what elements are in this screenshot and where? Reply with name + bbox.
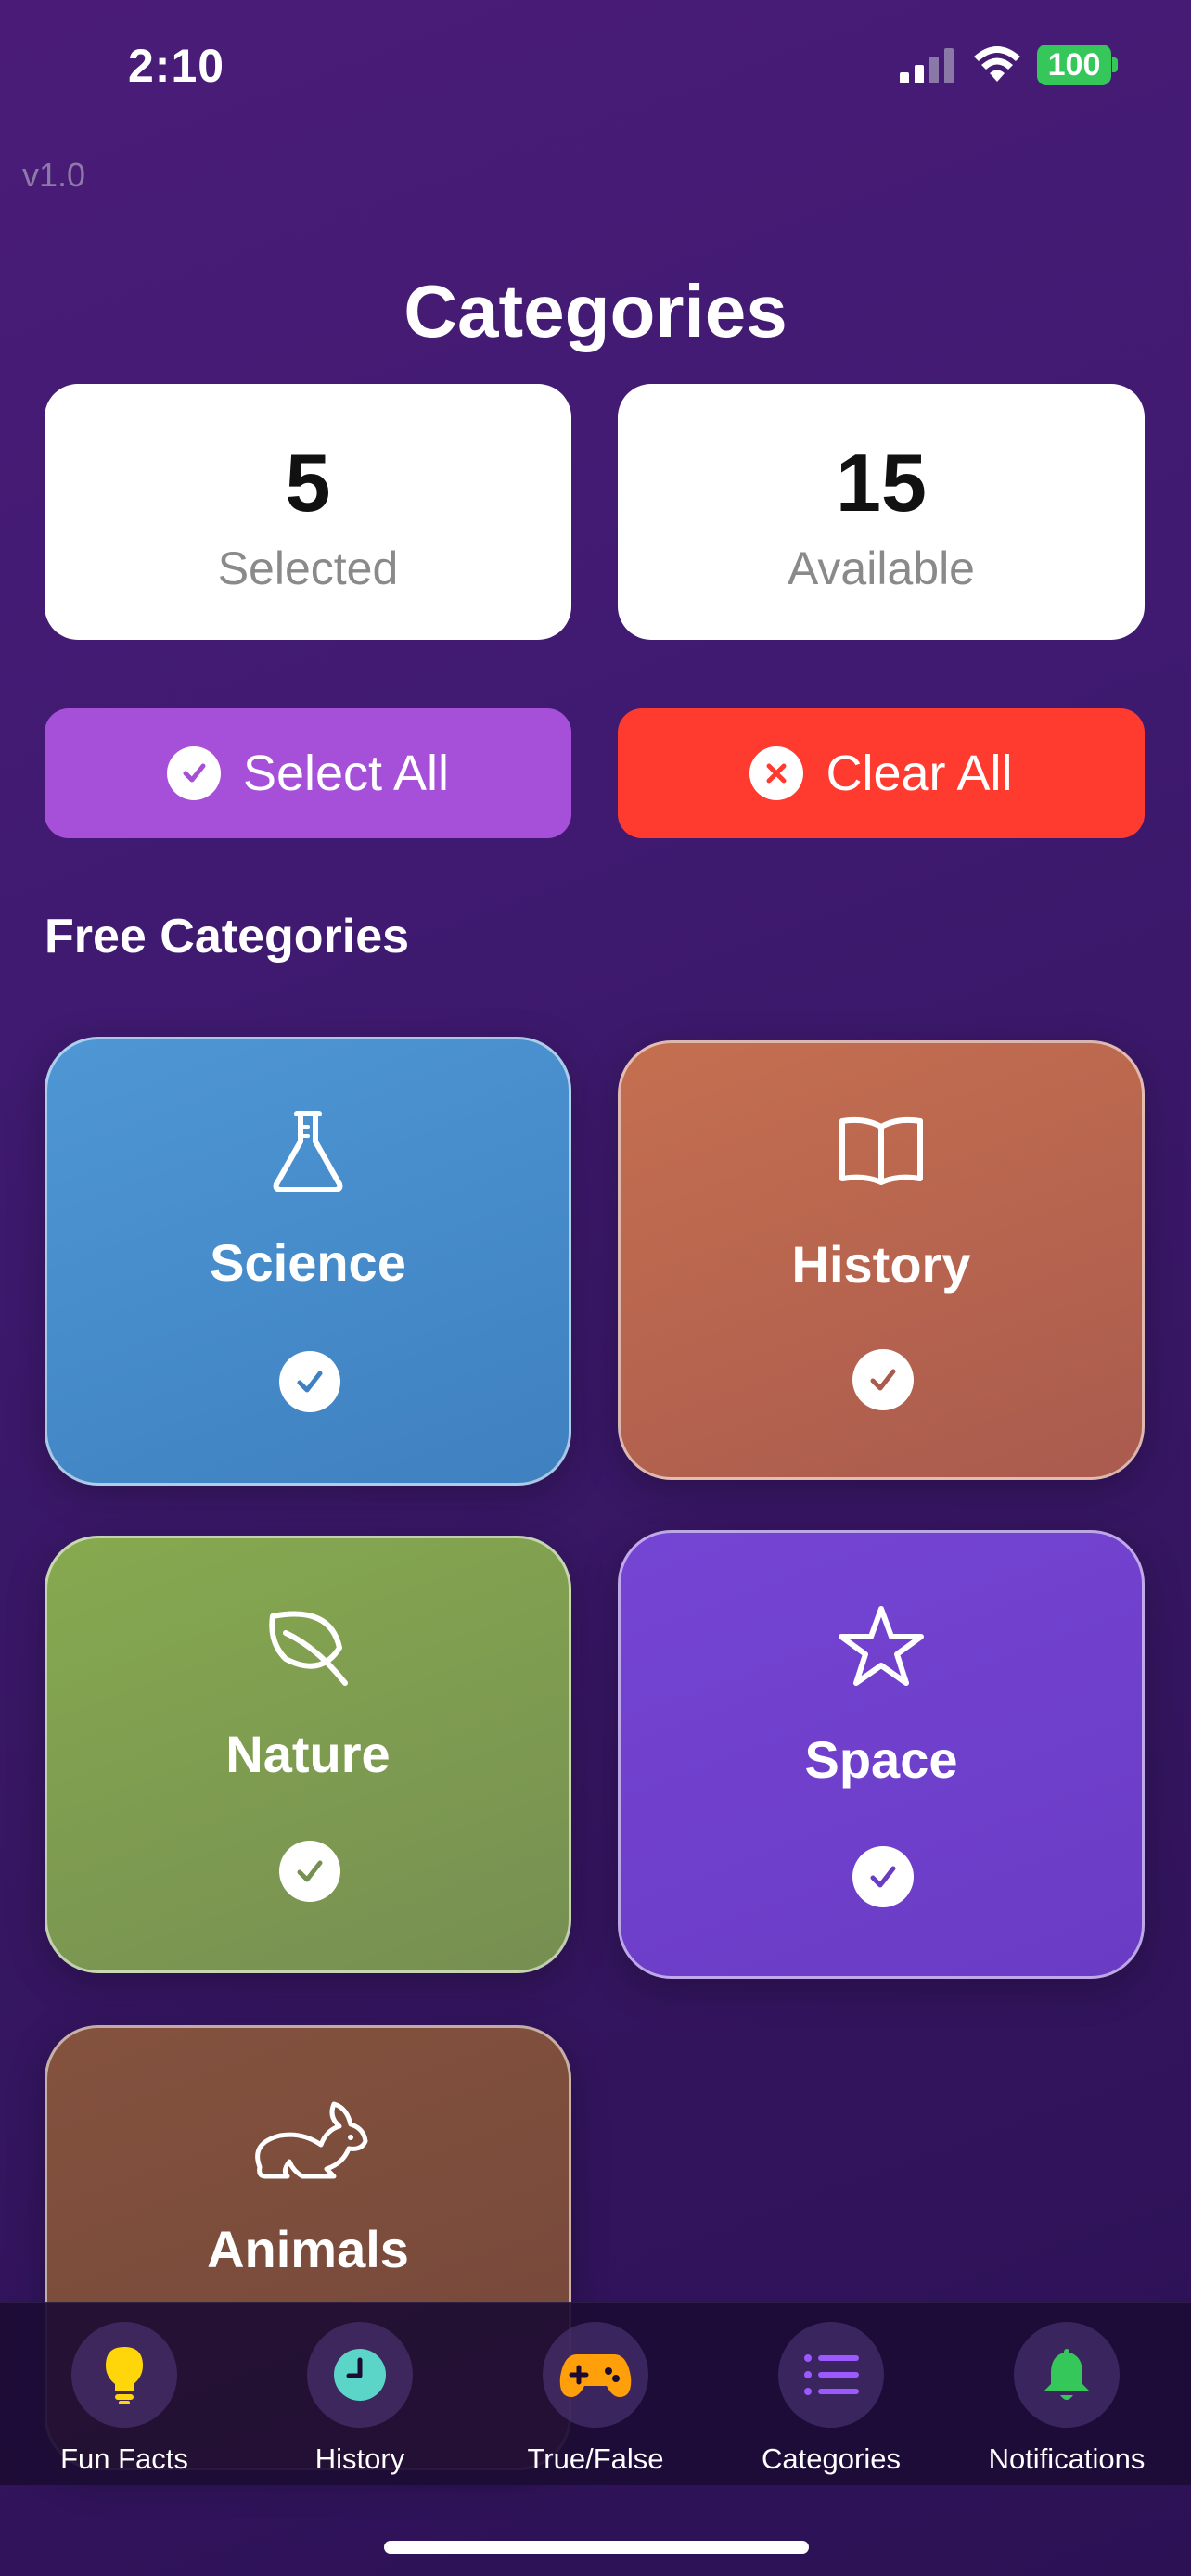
selected-stat-card: 5 Selected — [45, 384, 571, 640]
available-count: 15 — [836, 437, 927, 529]
battery-tip — [1112, 57, 1118, 72]
tab-categories[interactable]: Categories — [720, 2322, 942, 2476]
category-card-nature[interactable]: Nature — [45, 1536, 571, 1973]
star-icon — [839, 1606, 924, 1686]
category-card-space[interactable]: Space — [618, 1530, 1145, 1979]
bell-icon — [1044, 2349, 1090, 2400]
home-indicator — [384, 2541, 809, 2554]
category-label-science: Science — [210, 1233, 406, 1292]
x-circle-icon — [749, 746, 804, 800]
section-title: Free Categories — [45, 910, 410, 963]
battery-indicator: 100 — [1037, 45, 1111, 85]
wifi-icon — [974, 46, 1020, 82]
tab-true-false[interactable]: True/False — [484, 2322, 707, 2476]
book-icon — [839, 1116, 923, 1185]
category-card-history[interactable]: History — [618, 1040, 1145, 1480]
clock-icon — [334, 2349, 386, 2401]
category-card-science[interactable]: Science — [45, 1037, 571, 1486]
select-all-label: Select All — [242, 746, 450, 801]
selected-checkmark-icon — [279, 1351, 340, 1412]
app-version: v1.0 — [22, 156, 86, 194]
available-label: Available — [787, 542, 975, 594]
leaf-icon — [269, 1611, 348, 1686]
checkmark-circle-icon — [166, 746, 221, 800]
selected-checkmark-icon — [852, 1846, 914, 1907]
tab-label: History — [314, 2442, 405, 2475]
selected-count: 5 — [285, 437, 331, 529]
tab-label: Fun Facts — [60, 2442, 188, 2475]
tab-notifications[interactable]: Notifications — [955, 2322, 1178, 2476]
selected-checkmark-icon — [852, 1349, 914, 1410]
clear-all-button[interactable]: Clear All — [618, 708, 1145, 838]
selected-checkmark-icon — [279, 1841, 340, 1902]
category-label-space: Space — [804, 1730, 958, 1789]
tab-label: Categories — [762, 2442, 901, 2475]
category-label-animals: Animals — [207, 2220, 409, 2278]
rabbit-icon — [255, 2101, 368, 2179]
category-label-history: History — [791, 1235, 971, 1294]
flask-icon — [273, 1111, 343, 1192]
tab-label: True/False — [527, 2442, 664, 2475]
lightbulb-icon — [106, 2347, 143, 2404]
selected-label: Selected — [217, 542, 399, 594]
clear-all-label: Clear All — [826, 746, 1013, 801]
cellular-signal-icon — [900, 48, 954, 83]
list-icon — [804, 2354, 859, 2395]
status-time: 2:10 — [128, 40, 225, 92]
page-title: Categories — [403, 270, 788, 352]
select-all-button[interactable]: Select All — [45, 708, 571, 838]
gamepad-icon — [559, 2354, 632, 2397]
tab-history[interactable]: History — [249, 2322, 471, 2476]
available-stat-card: 15 Available — [618, 384, 1145, 640]
tab-label: Notifications — [988, 2442, 1146, 2475]
category-label-nature: Nature — [225, 1725, 391, 1783]
tab-fun-facts[interactable]: Fun Facts — [13, 2322, 236, 2476]
tab-bar: Fun Facts History True/False Categories … — [0, 2302, 1191, 2485]
